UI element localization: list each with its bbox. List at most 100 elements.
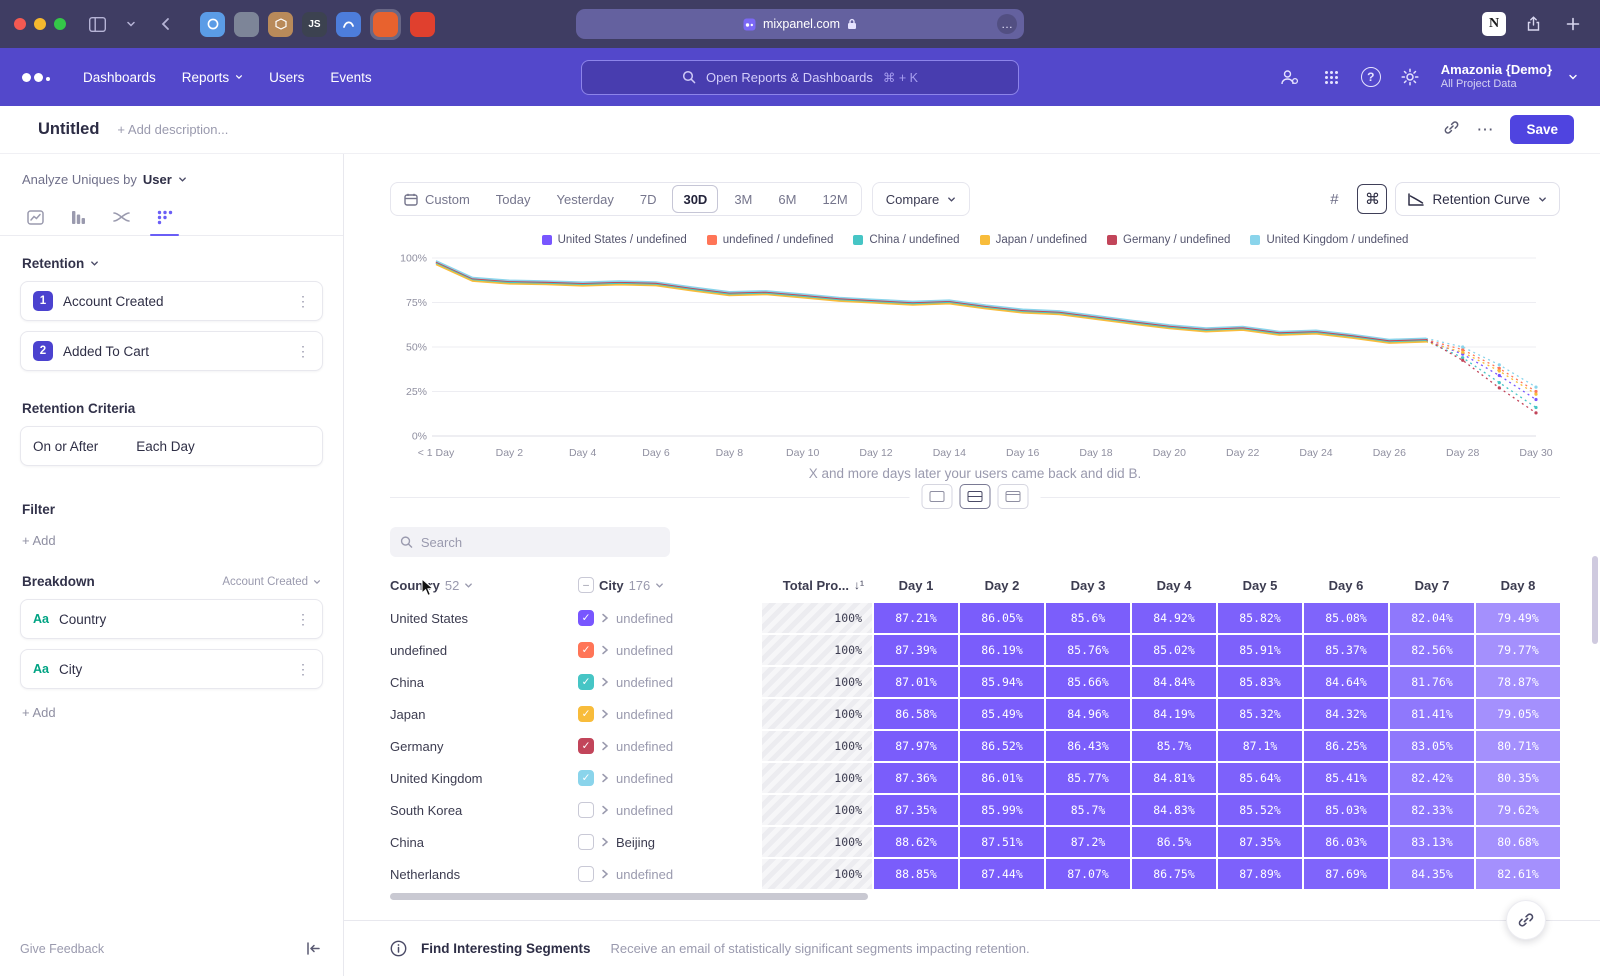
cell-city[interactable]: ✓undefined xyxy=(578,731,760,761)
kebab-menu-icon[interactable]: ⋮ xyxy=(296,661,310,678)
add-filter-button[interactable]: + Add xyxy=(0,527,343,548)
cell-day-value[interactable]: 87.39% xyxy=(874,635,958,665)
analyze-entity-selector[interactable]: User xyxy=(143,172,172,187)
retention-step-card[interactable]: 1 Account Created ⋮ xyxy=(20,281,323,321)
legend-item[interactable]: undefined / undefined xyxy=(707,234,834,246)
cell-day-value[interactable]: 79.49% xyxy=(1476,603,1560,633)
close-window-button[interactable] xyxy=(14,18,26,30)
column-header-day[interactable]: Day 1 xyxy=(874,569,958,601)
select-all-checkbox[interactable]: – xyxy=(578,577,594,593)
cell-day-value[interactable]: 85.37% xyxy=(1304,635,1388,665)
tab-favicon-js[interactable]: JS xyxy=(302,12,327,37)
cell-day-value[interactable]: 80.35% xyxy=(1476,763,1560,793)
cell-day-value[interactable]: 88.62% xyxy=(874,827,958,857)
cell-city[interactable]: ✓undefined xyxy=(578,763,760,793)
column-header-day[interactable]: Day 6 xyxy=(1304,569,1388,601)
tab-retention[interactable] xyxy=(143,199,186,235)
cell-day-value[interactable]: 85.91% xyxy=(1218,635,1302,665)
cell-day-value[interactable]: 79.62% xyxy=(1476,795,1560,825)
row-checkbox[interactable]: ✓ xyxy=(578,674,594,690)
cell-country[interactable]: South Korea xyxy=(390,795,576,825)
cell-city[interactable]: undefined xyxy=(578,859,760,889)
cell-day-value[interactable]: 87.01% xyxy=(874,667,958,697)
cell-day-value[interactable]: 82.04% xyxy=(1390,603,1474,633)
sort-icon[interactable]: ↓¹ xyxy=(854,578,864,592)
project-switcher[interactable]: Amazonia {Demo} All Project Data xyxy=(1441,62,1552,92)
table-search-input[interactable] xyxy=(421,535,660,550)
range-3m[interactable]: 3M xyxy=(721,183,765,215)
breakdown-card[interactable]: Aa City ⋮ xyxy=(20,649,323,689)
cell-day-value[interactable]: 86.01% xyxy=(960,763,1044,793)
expand-row-button[interactable] xyxy=(601,773,609,783)
legend-item[interactable]: China / undefined xyxy=(853,234,959,246)
new-tab-icon[interactable] xyxy=(1560,11,1586,37)
apps-grid-icon[interactable] xyxy=(1319,64,1345,90)
breakdown-card[interactable]: Aa Country ⋮ xyxy=(20,599,323,639)
cell-day-value[interactable]: 82.42% xyxy=(1390,763,1474,793)
cell-day-value[interactable]: 85.76% xyxy=(1046,635,1130,665)
view-toggle-table-only[interactable] xyxy=(998,484,1029,509)
cell-day-value[interactable]: 85.94% xyxy=(960,667,1044,697)
save-button[interactable]: Save xyxy=(1510,115,1574,144)
range-today[interactable]: Today xyxy=(483,183,544,215)
column-header-day[interactable]: Day 5 xyxy=(1218,569,1302,601)
column-header-country[interactable]: Country52 xyxy=(390,569,576,601)
retention-section-title[interactable]: Retention xyxy=(22,256,84,271)
mixpanel-logo[interactable] xyxy=(22,73,50,82)
column-header-day[interactable]: Day 7 xyxy=(1390,569,1474,601)
cell-day-value[interactable]: 85.99% xyxy=(960,795,1044,825)
nav-item-users[interactable]: Users xyxy=(256,70,317,85)
segments-title[interactable]: Find Interesting Segments xyxy=(421,941,591,956)
retention-curve-chart[interactable]: 100%75%50%25%0%< 1 DayDay 2Day 4Day 6Day… xyxy=(390,250,1554,464)
address-bar-more-button[interactable]: … xyxy=(997,14,1017,34)
cell-day-value[interactable]: 85.52% xyxy=(1218,795,1302,825)
compare-button[interactable]: Compare xyxy=(872,182,970,216)
cell-city[interactable]: Beijing xyxy=(578,827,760,857)
legend-item[interactable]: Germany / undefined xyxy=(1107,234,1230,246)
cell-day-value[interactable]: 87.69% xyxy=(1304,859,1388,889)
view-toggle-chart-only[interactable] xyxy=(922,484,953,509)
cell-country[interactable]: Japan xyxy=(390,699,576,729)
cell-day-value[interactable]: 79.77% xyxy=(1476,635,1560,665)
retention-step-card[interactable]: 2 Added To Cart ⋮ xyxy=(20,331,323,371)
vertical-scrollbar-thumb[interactable] xyxy=(1592,556,1598,644)
cell-day-value[interactable]: 85.77% xyxy=(1046,763,1130,793)
kebab-menu-icon[interactable]: ⋮ xyxy=(296,343,310,360)
cell-day-value[interactable]: 85.32% xyxy=(1218,699,1302,729)
expand-row-button[interactable] xyxy=(601,645,609,655)
address-bar[interactable]: mixpanel.com … xyxy=(576,9,1024,39)
cell-day-value[interactable]: 85.49% xyxy=(960,699,1044,729)
cell-city[interactable]: ✓undefined xyxy=(578,603,760,633)
row-checkbox[interactable]: ✓ xyxy=(578,610,594,626)
row-checkbox[interactable]: ✓ xyxy=(578,642,594,658)
maximize-window-button[interactable] xyxy=(54,18,66,30)
back-button[interactable] xyxy=(152,11,178,37)
cell-country[interactable]: United States xyxy=(390,603,576,633)
cell-day-value[interactable]: 87.35% xyxy=(1218,827,1302,857)
tab-flows[interactable] xyxy=(100,199,143,235)
cell-country[interactable]: Germany xyxy=(390,731,576,761)
tab-funnels[interactable] xyxy=(57,199,100,235)
give-feedback-link[interactable]: Give Feedback xyxy=(20,942,104,956)
cell-city[interactable]: undefined xyxy=(578,795,760,825)
column-header-city[interactable]: – City176 xyxy=(578,569,760,601)
cell-day-value[interactable]: 86.75% xyxy=(1132,859,1216,889)
row-checkbox[interactable]: ✓ xyxy=(578,738,594,754)
cell-day-value[interactable]: 87.89% xyxy=(1218,859,1302,889)
cell-day-value[interactable]: 79.05% xyxy=(1476,699,1560,729)
retention-criteria-card[interactable]: On or After Each Day xyxy=(20,426,323,466)
cell-day-value[interactable]: 85.7% xyxy=(1046,795,1130,825)
report-title[interactable]: Untitled xyxy=(38,120,99,139)
tab-favicon-blue[interactable] xyxy=(336,12,361,37)
range-7d[interactable]: 7D xyxy=(627,183,670,215)
column-header-day[interactable]: Day 8 xyxy=(1476,569,1560,601)
kebab-menu-icon[interactable]: ⋮ xyxy=(296,611,310,628)
cell-day-value[interactable]: 87.21% xyxy=(874,603,958,633)
nav-item-dashboards[interactable]: Dashboards xyxy=(70,70,169,85)
row-checkbox[interactable] xyxy=(578,834,594,850)
cell-country[interactable]: China xyxy=(390,827,576,857)
cell-day-value[interactable]: 85.7% xyxy=(1132,731,1216,761)
cell-day-value[interactable]: 80.71% xyxy=(1476,731,1560,761)
kebab-menu-icon[interactable]: ⋮ xyxy=(296,293,310,310)
row-checkbox[interactable]: ✓ xyxy=(578,706,594,722)
